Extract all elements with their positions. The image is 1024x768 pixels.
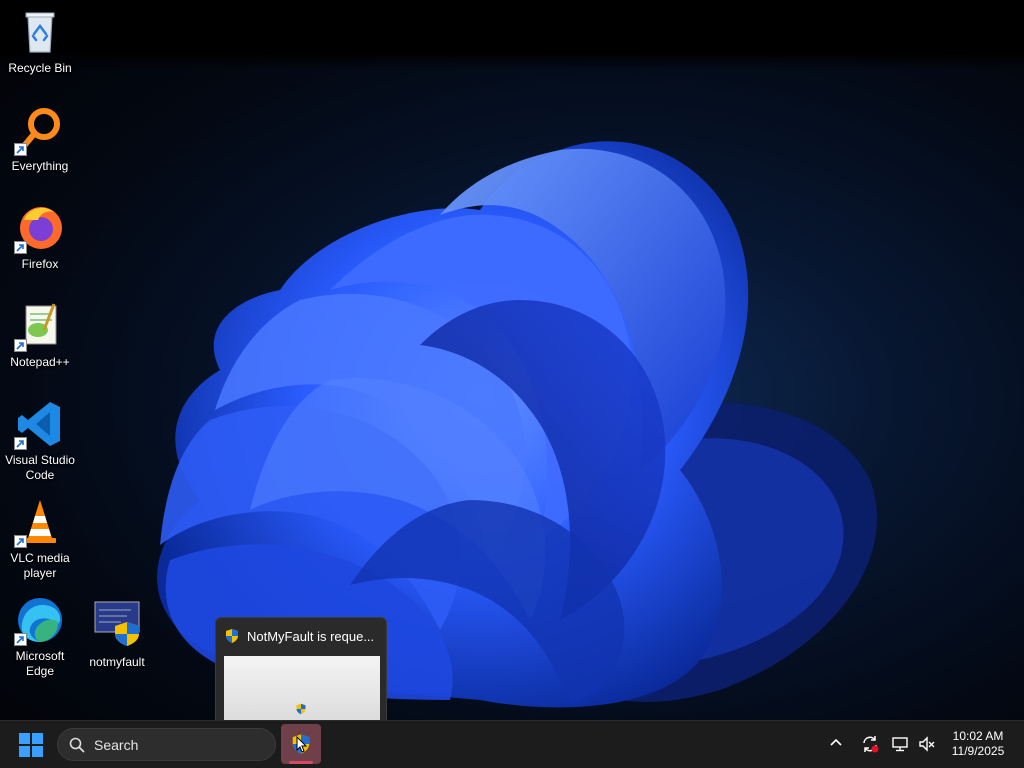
chevron-up-icon[interactable] bbox=[829, 736, 843, 755]
taskbar-search-box[interactable]: Search bbox=[57, 728, 276, 761]
uac-shield-icon bbox=[224, 628, 240, 649]
desktop-icon-vscode[interactable]: Visual Studio Code bbox=[0, 398, 80, 483]
vscode-icon bbox=[14, 398, 66, 450]
desktop-icon-recycle-bin[interactable]: Recycle Bin bbox=[0, 6, 80, 76]
taskbar: Search 10:02 AM 11/9/2025 bbox=[0, 720, 1024, 768]
active-app-indicator bbox=[289, 761, 313, 764]
shortcut-arrow-icon bbox=[14, 143, 27, 156]
desktop-icon-notmyfault[interactable]: notmyfault bbox=[77, 600, 157, 670]
system-clock[interactable]: 10:02 AM 11/9/2025 bbox=[940, 729, 1016, 759]
desktop-icon-everything[interactable]: Everything bbox=[0, 104, 80, 174]
notepad-plus-plus-icon bbox=[14, 300, 66, 352]
search-icon bbox=[69, 737, 85, 758]
firefox-icon bbox=[14, 202, 66, 254]
search-placeholder: Search bbox=[94, 737, 139, 753]
desktop-icon-edge[interactable]: Microsoft Edge bbox=[0, 594, 80, 679]
start-button[interactable] bbox=[16, 731, 46, 759]
shortcut-arrow-icon bbox=[14, 633, 27, 646]
vlc-cone-icon bbox=[14, 496, 66, 548]
shortcut-arrow-icon bbox=[14, 339, 27, 352]
desktop-icon-label: Everything bbox=[11, 159, 69, 173]
desktop-icon-label: Notepad++ bbox=[10, 355, 70, 369]
network-icon[interactable] bbox=[891, 735, 909, 758]
uac-shield-icon bbox=[295, 702, 307, 720]
taskbar-thumbnail-preview[interactable]: NotMyFault is reque... bbox=[215, 617, 387, 721]
shortcut-arrow-icon bbox=[14, 535, 27, 548]
shortcut-arrow-icon bbox=[14, 241, 27, 254]
desktop-icon-label: Microsoft Edge bbox=[15, 649, 65, 678]
edge-icon bbox=[14, 594, 66, 646]
desktop-icon-label: VLC media player bbox=[10, 551, 70, 580]
thumbnail-window-preview[interactable] bbox=[224, 656, 380, 721]
volume-muted-icon[interactable] bbox=[918, 735, 936, 758]
taskbar-app-notmyfault[interactable] bbox=[281, 724, 321, 764]
mouse-cursor-icon bbox=[296, 736, 308, 753]
desktop-icon-label: Recycle Bin bbox=[8, 61, 72, 75]
windows-logo-icon bbox=[19, 733, 43, 757]
clock-time: 10:02 AM bbox=[952, 729, 1004, 743]
desktop-icon-firefox[interactable]: Firefox bbox=[0, 202, 80, 272]
recycle-bin-icon bbox=[14, 6, 66, 58]
shortcut-arrow-icon bbox=[14, 437, 27, 450]
everything-search-icon bbox=[14, 104, 66, 156]
notmyfault-icon bbox=[91, 600, 143, 652]
clock-date: 11/9/2025 bbox=[951, 744, 1005, 758]
sync-icon[interactable] bbox=[860, 734, 880, 759]
desktop-icon-label: Visual Studio Code bbox=[5, 453, 75, 482]
desktop-icon-label: notmyfault bbox=[89, 655, 145, 669]
desktop[interactable]: Recycle Bin Everything Firefox Notepad++… bbox=[0, 0, 1024, 720]
desktop-icon-vlc[interactable]: VLC media player bbox=[0, 496, 80, 581]
desktop-icon-label: Firefox bbox=[21, 257, 59, 271]
desktop-icon-notepad-plus-plus[interactable]: Notepad++ bbox=[0, 300, 80, 370]
thumbnail-title: NotMyFault is reque... bbox=[247, 629, 375, 644]
